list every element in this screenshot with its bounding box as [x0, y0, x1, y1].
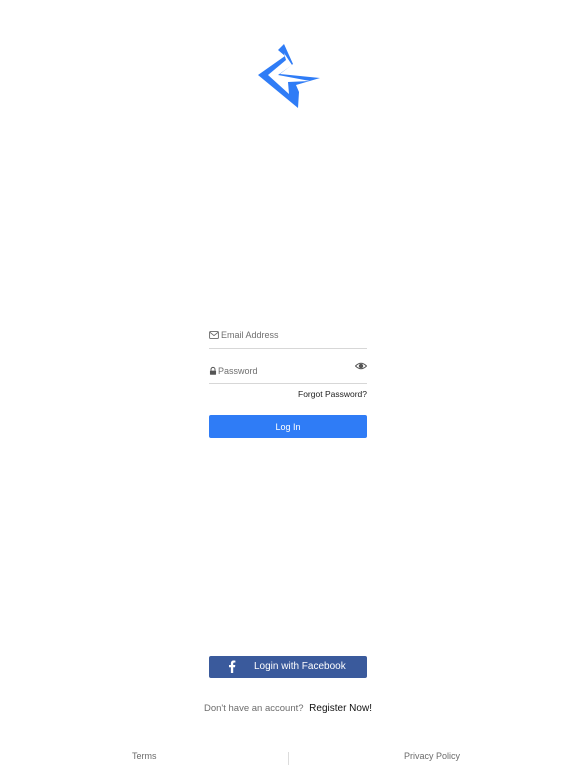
register-now-link[interactable]: Register Now! — [309, 703, 372, 714]
forgot-password-link[interactable]: Forgot Password? — [298, 389, 367, 399]
login-button[interactable]: Log In — [209, 415, 367, 438]
facebook-icon — [229, 660, 236, 673]
envelope-icon — [209, 331, 219, 339]
lightning-arrow-logo-icon — [258, 44, 320, 108]
register-prompt: Don't have an account? — [204, 703, 304, 714]
terms-link[interactable]: Terms — [132, 751, 157, 761]
password-field-container — [209, 359, 367, 384]
email-input[interactable] — [221, 324, 353, 346]
facebook-login-label: Login with Facebook — [254, 661, 346, 672]
eye-icon[interactable] — [355, 361, 367, 371]
password-input[interactable] — [218, 360, 350, 382]
email-field-container — [209, 324, 367, 349]
login-screen: Forgot Password? Log In Login with Faceb… — [0, 0, 576, 768]
privacy-policy-link[interactable]: Privacy Policy — [404, 751, 460, 761]
lock-icon — [209, 366, 217, 375]
facebook-login-button[interactable]: Login with Facebook — [209, 656, 367, 678]
footer-divider — [288, 752, 289, 765]
register-row: Don't have an account? Register Now! — [0, 703, 576, 714]
